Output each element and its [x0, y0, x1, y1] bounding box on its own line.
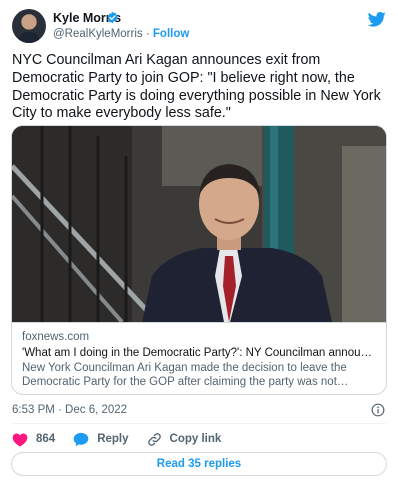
link-preview-image[interactable]: [12, 126, 386, 322]
handle-separator: ·: [145, 28, 150, 40]
copy-link-button[interactable]: Copy link: [147, 432, 222, 447]
twitter-bird-icon[interactable]: [368, 10, 386, 28]
link-title: 'What am I doing in the Democratic Party…: [22, 347, 378, 359]
info-icon[interactable]: [371, 403, 385, 417]
divider: [12, 423, 386, 424]
link-description: New York Councilman Ari Kagan made the d…: [22, 362, 347, 388]
tweet-embed: Kyle Morris @RealKyleMorris · Follow NYC…: [0, 0, 398, 500]
reply-button[interactable]: Reply: [73, 432, 129, 447]
author-avatar[interactable]: [12, 9, 46, 43]
copy-link-label: Copy link: [169, 433, 222, 445]
tweet-text: NYC Councilman Ari Kagan announces exit …: [12, 52, 381, 122]
reply-label: Reply: [97, 433, 129, 445]
like-button[interactable]: 864: [12, 432, 55, 447]
like-count: 864: [36, 433, 56, 445]
link-preview-info[interactable]: foxnews.com 'What am I doing in the Demo…: [12, 322, 386, 394]
heart-icon: [12, 433, 28, 447]
tweet-timestamp[interactable]: 6:53 PM · Dec 6, 2022: [12, 404, 127, 416]
author-handle-row: @RealKyleMorris · Follow: [53, 28, 189, 40]
tweet-actions: 864 Reply Copy link: [12, 430, 239, 448]
link-domain: foxnews.com: [22, 331, 90, 343]
author-handle[interactable]: @RealKyleMorris: [53, 28, 143, 40]
link-preview-card[interactable]: foxnews.com 'What am I doing in the Demo…: [11, 125, 387, 395]
verified-badge-icon: [107, 11, 118, 24]
speech-bubble-icon: [73, 432, 89, 446]
link-icon: [147, 432, 161, 446]
follow-button[interactable]: Follow: [153, 28, 189, 40]
read-replies-button[interactable]: Read 35 replies: [11, 452, 387, 476]
